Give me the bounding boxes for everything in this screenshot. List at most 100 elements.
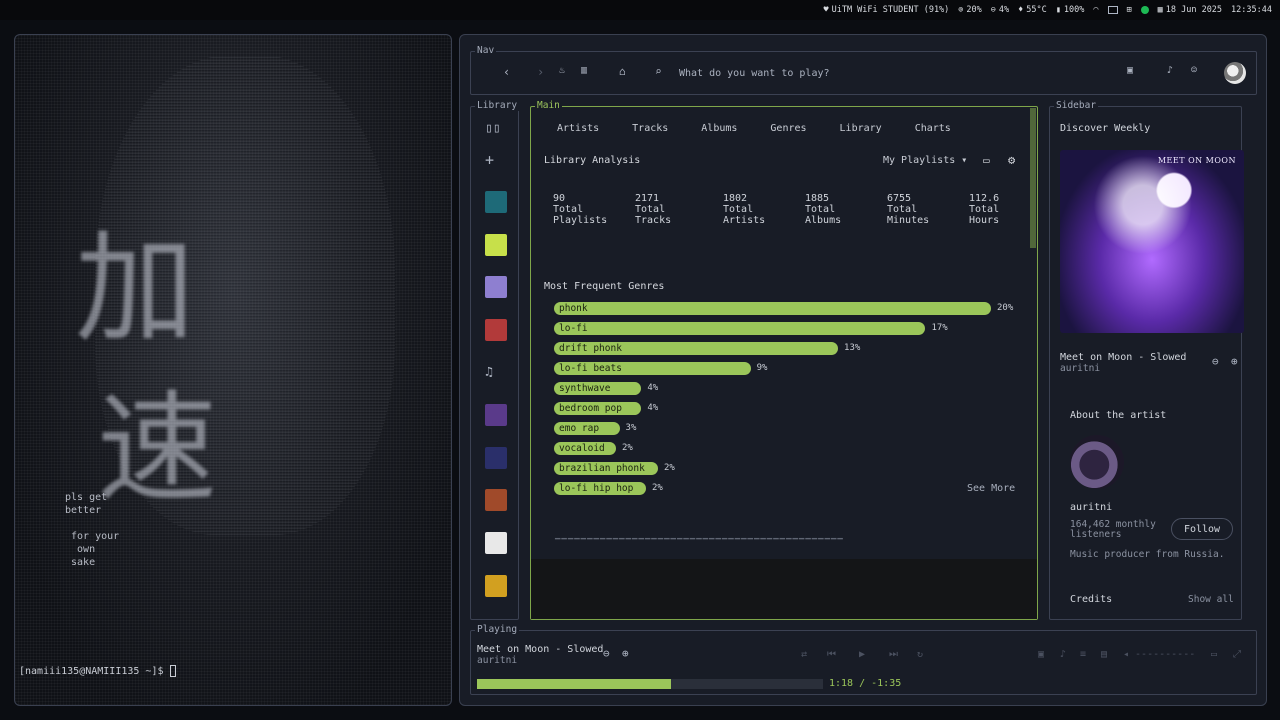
credits-heading: Credits — [1070, 594, 1113, 605]
tab-albums[interactable]: Albums — [701, 123, 737, 134]
library-playlist-thumbnail[interactable] — [485, 404, 507, 426]
library-icon[interactable]: ▯▯ — [485, 121, 501, 136]
wifi-icon[interactable]: ◠ — [1093, 5, 1098, 15]
repeat-icon[interactable]: ↻ — [917, 649, 923, 660]
search-input[interactable] — [679, 64, 1099, 82]
artist-bio: Music producer from Russia. — [1070, 549, 1225, 560]
terminal-window[interactable]: 加 速 pls get better for your own sake [na… — [14, 34, 452, 706]
genre-percentage: 20% — [997, 303, 1014, 313]
genre-bar[interactable]: lo-fi beats — [554, 362, 751, 375]
library-playlist-thumbnail[interactable] — [485, 447, 507, 469]
library-playlist-thumbnail[interactable] — [485, 191, 507, 213]
temperature-status: ♦ 55°C — [1018, 5, 1047, 15]
genre-percentage: 4% — [647, 383, 659, 393]
date-status[interactable]: ▦ 18 Jun 2025 — [1158, 5, 1222, 15]
status-bar: ♥ UiTM WiFi STUDENT (91%) ⊚ 20% ⊖ 4% ♦ 5… — [0, 0, 1280, 20]
forward-icon[interactable]: › — [537, 65, 544, 79]
calendar-icon: ▦ — [1157, 5, 1163, 15]
kanji-character: 加 — [75, 220, 195, 359]
fullscreen-icon[interactable]: ⤢ — [1233, 649, 1241, 660]
follow-button[interactable]: Follow — [1171, 518, 1233, 540]
spotify-player-window: Nav ‹ › ♨ ▥ ⌂ ⌕ ▣ ♪ ☺ Library ▯▯ + ♫ Mai… — [459, 34, 1267, 706]
tab-tracks[interactable]: Tracks — [632, 123, 668, 134]
tab-genres[interactable]: Genres — [770, 123, 806, 134]
display-icon[interactable] — [1107, 6, 1118, 14]
now-playing-view-icon[interactable]: ▣ — [1038, 649, 1044, 660]
shell-prompt[interactable]: [namiii135@NAMIII135 ~]$ — [19, 665, 176, 677]
add-circle-icon[interactable]: ⊕ — [622, 647, 629, 660]
tab-artists[interactable]: Artists — [557, 123, 599, 134]
next-icon[interactable]: ⏭ — [889, 649, 898, 660]
thermometer-icon: ♦ — [1018, 5, 1024, 15]
playlist-name[interactable]: Discover Weekly — [1060, 123, 1150, 134]
shuffle-icon[interactable]: ⇄ — [801, 649, 807, 660]
back-icon[interactable]: ‹ — [503, 65, 510, 79]
library-playlist-thumbnail[interactable] — [485, 319, 507, 341]
library-playlist-thumbnail[interactable] — [485, 276, 507, 298]
artist-name[interactable]: auritni — [1070, 502, 1112, 513]
genre-bar-list: phonk 20% lo-fi 17% drift phonk 13% lo-fi beat… — [554, 302, 1024, 502]
cover-title-text: MEET ON MOON — [1157, 156, 1236, 165]
library-playlist-thumbnail[interactable] — [485, 532, 507, 554]
friends-icon[interactable]: ☺ — [1191, 65, 1197, 76]
wifi-status[interactable]: ♥ UiTM WiFi STUDENT (91%) — [823, 5, 949, 15]
stat-minutes: 6755 Total Minutes — [887, 193, 930, 226]
track-artist[interactable]: auritni — [1060, 363, 1100, 374]
progress-bar[interactable] — [477, 679, 823, 689]
genre-bar[interactable]: lo-fi hip hop — [554, 482, 646, 495]
heart-icon: ♥ — [823, 5, 829, 15]
mic-icon[interactable]: ♪ — [1060, 649, 1066, 660]
genre-bar[interactable]: phonk — [554, 302, 991, 315]
queue-icon[interactable]: ≡ — [1080, 649, 1086, 660]
nav-pane: Nav ‹ › ♨ ▥ ⌂ ⌕ ▣ ♪ ☺ — [470, 45, 1257, 95]
tab-library[interactable]: Library — [840, 123, 882, 134]
stat-tracks: 2171 Total Tracks — [635, 193, 672, 226]
genre-bar[interactable]: brazilian phonk — [554, 462, 658, 475]
bell-icon[interactable]: ♪ — [1167, 65, 1173, 76]
play-icon[interactable]: ▶ — [859, 649, 865, 660]
main-pane: Main Artists Tracks Albums Genres Librar… — [530, 100, 1038, 620]
remove-icon[interactable]: ⊖ — [1212, 355, 1219, 368]
library-playlist-thumbnail[interactable] — [485, 575, 507, 597]
genre-bar[interactable]: vocaloid — [554, 442, 616, 455]
add-icon[interactable]: + — [485, 151, 494, 169]
genre-bar[interactable]: synthwave — [554, 382, 642, 395]
volume-slider[interactable]: ◂ ---------- — [1123, 649, 1195, 660]
genre-bar[interactable]: emo rap — [554, 422, 620, 435]
now-playing-title[interactable]: Meet on Moon - Slowed — [477, 644, 603, 655]
see-more-link[interactable]: See More — [967, 483, 1015, 494]
stats-icon[interactable]: ▥ — [581, 65, 587, 76]
now-playing-artist[interactable]: auritni — [477, 655, 517, 666]
tab-charts[interactable]: Charts — [915, 123, 951, 134]
pane-title: Sidebar — [1054, 100, 1099, 111]
miniplayer-icon[interactable]: ▭ — [1211, 649, 1217, 660]
genre-bar[interactable]: drift phonk — [554, 342, 839, 355]
gear-icon[interactable]: ⚙ — [1008, 153, 1015, 167]
library-playlist-thumbnail[interactable] — [485, 489, 507, 511]
artist-avatar[interactable] — [1070, 435, 1124, 489]
track-title[interactable]: Meet on Moon - Slowed — [1060, 352, 1186, 363]
empty-panel-area — [531, 559, 1037, 619]
clock[interactable]: 12:35:44 — [1231, 5, 1272, 15]
cursor — [169, 665, 176, 677]
home-icon[interactable]: ⌂ — [619, 65, 626, 78]
network-icon[interactable]: ⊞ — [1127, 5, 1132, 15]
remove-icon[interactable]: ⊖ — [603, 647, 610, 660]
radio-icon[interactable]: ▣ — [1127, 65, 1133, 76]
music-note-icon[interactable]: ♫ — [485, 365, 493, 380]
monthly-listeners-label: listeners — [1070, 529, 1122, 540]
playlist-dropdown[interactable]: My Playlists ▾ — [883, 155, 967, 166]
library-playlist-thumbnail[interactable] — [485, 234, 507, 256]
show-all-link[interactable]: Show all — [1188, 594, 1234, 605]
device-icon[interactable]: ▤ — [1101, 649, 1107, 660]
flame-icon[interactable]: ♨ — [559, 65, 565, 76]
genre-bar[interactable]: bedroom pop — [554, 402, 642, 415]
cast-icon[interactable]: ▭ — [983, 154, 990, 167]
previous-icon[interactable]: ⏮ — [827, 649, 836, 660]
album-cover[interactable]: MEET ON MOON — [1060, 150, 1244, 333]
scrollbar[interactable] — [1030, 108, 1036, 248]
add-circle-icon[interactable]: ⊕ — [1231, 355, 1238, 368]
spotify-icon[interactable] — [1140, 6, 1149, 14]
genre-bar[interactable]: lo-fi — [554, 322, 926, 335]
user-avatar[interactable] — [1224, 62, 1246, 84]
